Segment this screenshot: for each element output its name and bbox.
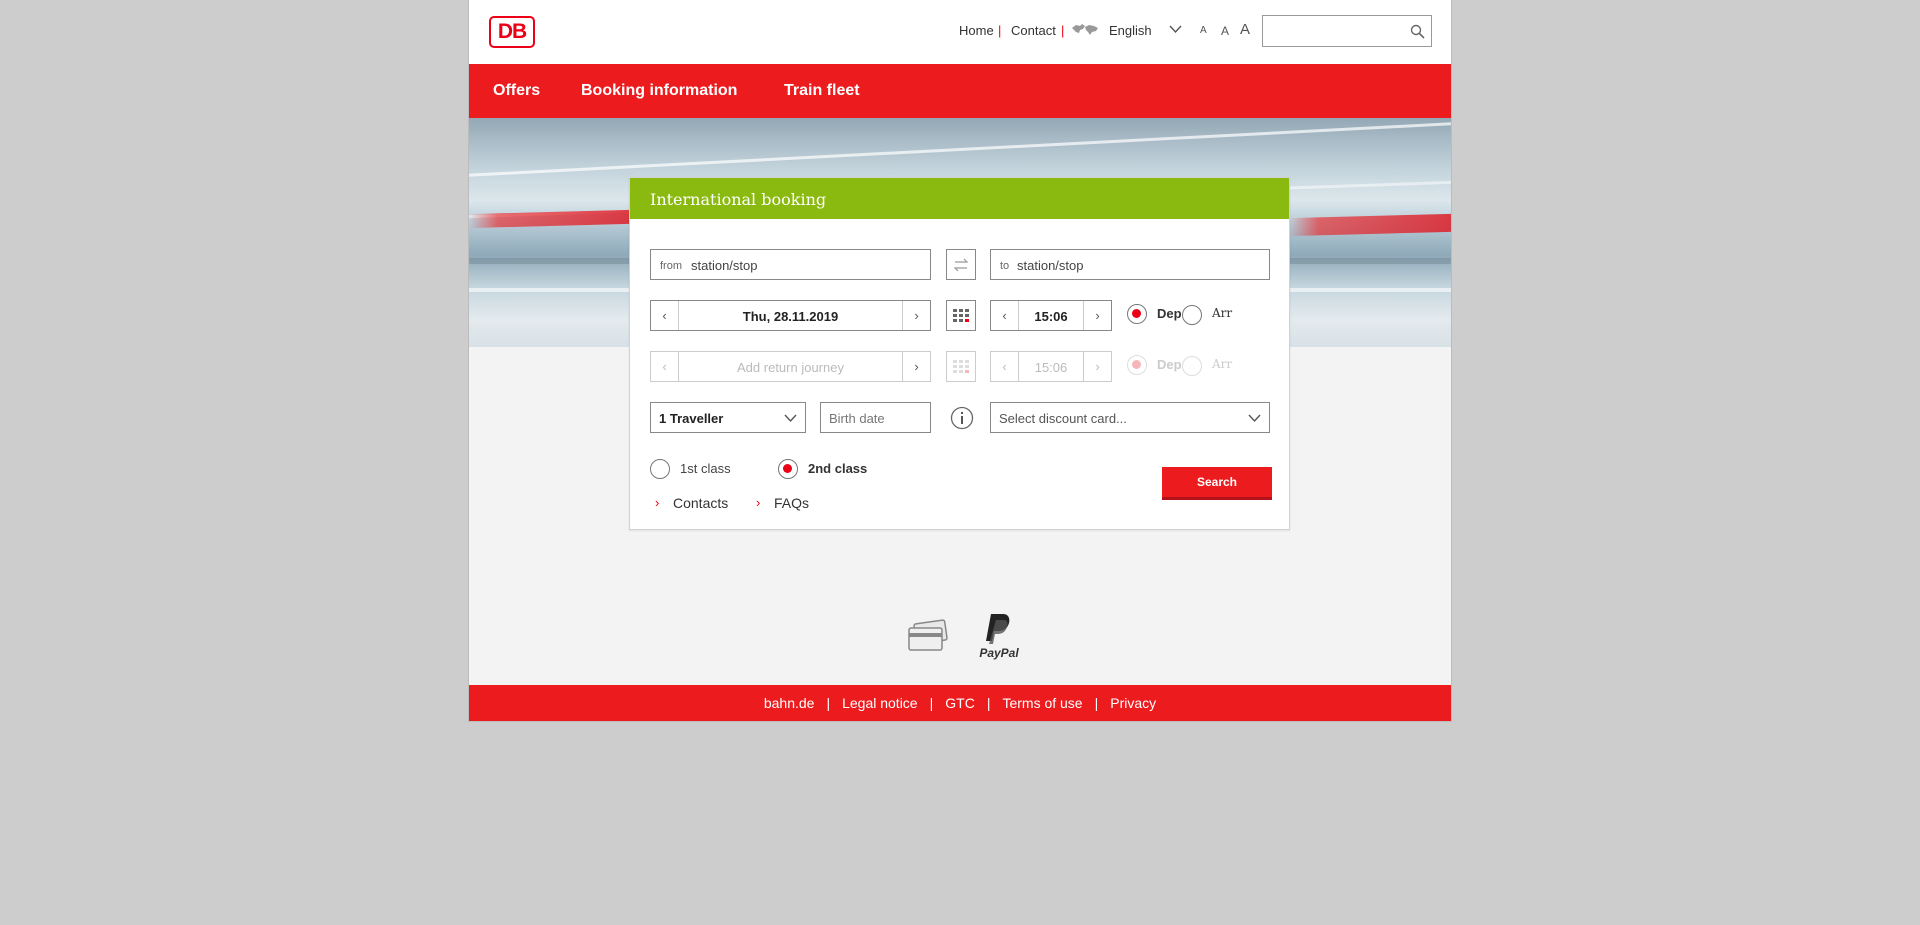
calendar-icon [953,359,969,373]
search-button[interactable]: Search [1162,467,1272,500]
outbound-date: Thu, 28.11.2019 [742,309,839,324]
from-station-input[interactable]: from station/stop [650,249,931,280]
birth-date-input[interactable]: Birth date [820,402,931,433]
second-class-label: 2nd class [808,461,868,476]
outbound-arr-radio[interactable] [1182,305,1202,325]
return-calendar-button [946,351,976,382]
site-search-input[interactable] [1262,15,1432,47]
return-arr-label: Arr [1212,357,1233,371]
footer-link-terms[interactable]: Terms of use [1002,695,1082,711]
info-icon[interactable] [950,406,974,430]
from-placeholder: station/stop [691,258,758,273]
paypal-logo: PayPal [979,614,1019,660]
travellers-value: 1 Traveller [659,411,724,426]
return-dep-label: Dep [1157,357,1182,372]
return-time: 15:06 [1034,360,1068,375]
discount-card-select[interactable]: Select discount card... [990,402,1270,433]
return-arr-radio [1182,356,1202,376]
chevron-right-icon[interactable]: › [902,352,930,381]
outbound-time-stepper[interactable]: ‹ 15:06 › [990,300,1112,331]
header-separator: | [1061,23,1065,38]
outbound-dep-radio[interactable] [1127,304,1147,324]
footer-separator: | [826,695,831,711]
page-container: DB Home | Contact | English A A A Offers… [468,0,1452,722]
chevron-right-icon: › [655,495,660,510]
outbound-dep-label: Dep [1157,306,1182,321]
booking-header: International booking [630,178,1289,219]
nav-item-train-fleet[interactable]: Train fleet [784,82,860,100]
booking-title: International booking [650,190,827,209]
chevron-down-icon [1248,414,1261,423]
font-size-small[interactable]: A [1200,25,1207,36]
chevron-left-icon[interactable]: ‹ [991,301,1019,330]
chevron-right-icon: › [1083,352,1111,381]
footer-link-bahn[interactable]: bahn.de [764,695,815,711]
footer-separator: | [986,695,991,711]
return-date-placeholder: Add return journey [737,360,844,375]
main-nav: Offers Booking information Train fleet [469,64,1451,118]
chevron-right-icon[interactable]: › [1083,301,1111,330]
footer-link-gtc[interactable]: GTC [945,695,975,711]
search-icon[interactable] [1410,24,1425,39]
to-prefix: to [1000,260,1010,272]
chevron-right-icon[interactable]: › [902,301,930,330]
chevron-down-icon [784,414,797,423]
swap-stations-button[interactable] [946,249,976,280]
travellers-select[interactable]: 1 Traveller [650,402,806,433]
from-prefix: from [660,260,682,272]
logo-text: DB [497,20,527,43]
first-class-radio[interactable] [650,459,670,479]
footer-separator: | [929,695,934,711]
chevron-right-icon: › [756,495,761,510]
swap-arrows-icon [953,258,969,271]
font-size-large[interactable]: A [1240,21,1250,38]
nav-item-booking-information[interactable]: Booking information [581,82,737,100]
db-logo[interactable]: DB [489,16,535,48]
site-footer: bahn.de | Legal notice | GTC | Terms of … [469,685,1451,721]
font-size-medium[interactable]: A [1221,24,1229,38]
chevron-left-icon[interactable]: ‹ [651,352,679,381]
credit-card-icon [908,619,948,651]
discount-card-placeholder: Select discount card... [999,411,1127,426]
return-time-stepper: ‹ 15:06 › [990,351,1112,382]
calendar-icon [953,308,969,322]
booking-form: International booking from station/stop … [629,177,1290,530]
to-station-input[interactable]: to station/stop [990,249,1270,280]
second-class-radio[interactable] [778,459,798,479]
contacts-link[interactable]: Contacts [673,495,728,511]
chevron-left-icon: ‹ [991,352,1019,381]
to-placeholder: station/stop [1017,258,1084,273]
home-link[interactable]: Home [959,23,994,38]
return-date-stepper[interactable]: ‹ Add return journey › [650,351,931,382]
world-map-icon [1072,24,1098,35]
footer-link-privacy[interactable]: Privacy [1110,695,1156,711]
contact-link[interactable]: Contact [1011,23,1056,38]
footer-link-legal-notice[interactable]: Legal notice [842,695,918,711]
outbound-time: 15:06 [1034,309,1068,324]
paypal-label: PayPal [979,646,1019,660]
faqs-link[interactable]: FAQs [774,495,809,511]
nav-item-offers[interactable]: Offers [493,82,540,100]
birth-date-placeholder: Birth date [829,411,885,426]
header-separator: | [998,23,1002,38]
return-dep-radio [1127,355,1147,375]
outbound-date-stepper[interactable]: ‹ Thu, 28.11.2019 › [650,300,931,331]
language-select[interactable]: English [1109,23,1152,38]
outbound-arr-label: Arr [1212,306,1233,320]
site-header: DB Home | Contact | English A A A [469,0,1451,64]
first-class-label: 1st class [680,461,731,476]
footer-separator: | [1094,695,1099,711]
calendar-button[interactable] [946,300,976,331]
chevron-down-icon[interactable] [1169,24,1182,34]
chevron-left-icon[interactable]: ‹ [651,301,679,330]
